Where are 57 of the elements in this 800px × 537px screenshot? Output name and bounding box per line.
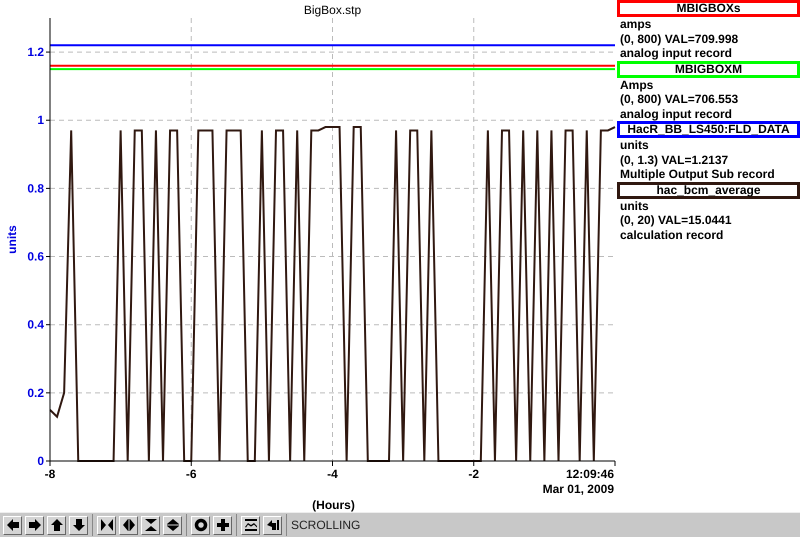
legend-units: Amps	[619, 78, 654, 92]
legend-record-type: Multiple Output Sub record	[619, 167, 776, 182]
toolbar-button[interactable]	[263, 516, 282, 534]
toolbar-button[interactable]	[69, 516, 88, 534]
toolbar-button[interactable]	[141, 516, 160, 534]
inward-triangles-icon	[100, 518, 114, 532]
legend-range: (0, 1.3) VAL=1.2137	[619, 152, 730, 167]
chart-title: BigBox.stp	[304, 3, 362, 17]
x-axis-label: (Hours)	[312, 498, 355, 512]
left-arrow-icon	[6, 518, 20, 532]
legend-name[interactable]: HacR_BB_LS450:FLD_DATA	[617, 121, 800, 138]
right-arrow-icon	[28, 518, 42, 532]
toolbar-button[interactable]	[97, 516, 116, 534]
toolbar-button[interactable]	[47, 516, 66, 534]
y-tick-label: 0	[37, 454, 44, 468]
x-tick-label: -8	[44, 467, 56, 481]
status-text: SCROLLING	[291, 518, 360, 532]
legend-name[interactable]: MBIGBOXM	[617, 60, 800, 78]
y-tick-label: 0.6	[27, 250, 44, 264]
toolbar-button[interactable]	[241, 516, 260, 534]
legend-units: amps	[619, 17, 652, 32]
legend-record-type: analog input record	[619, 106, 734, 121]
plus-icon	[216, 518, 230, 532]
outward-triangles-icon	[122, 518, 136, 532]
legend-units: units	[619, 198, 650, 213]
toolbar-button[interactable]	[119, 516, 138, 534]
legend-name[interactable]: hac_bcm_average	[617, 182, 800, 198]
legend-name[interactable]: MBIGBOXs	[617, 0, 800, 17]
time-label: 12:09:46	[566, 467, 614, 481]
y-tick-label: 0.2	[27, 386, 44, 400]
ring-icon	[194, 518, 208, 532]
legend-range: (0, 20) VAL=15.0441	[619, 213, 733, 228]
legend-record-type: calculation record	[619, 228, 724, 242]
legend-units: units	[619, 138, 650, 152]
toolbar-button[interactable]	[3, 516, 22, 534]
y-tick-label: 1.2	[27, 45, 44, 60]
graph-icon	[244, 518, 258, 532]
toolbar-button[interactable]	[163, 516, 182, 534]
y-tick-label: 0.4	[27, 318, 44, 332]
down-arrow-icon	[72, 518, 86, 532]
toolbar-button[interactable]	[191, 516, 210, 534]
x-tick-label: -2	[468, 467, 480, 481]
back-arrow-icon	[266, 518, 280, 532]
y-tick-label: 0.8	[27, 181, 44, 196]
y-tick-label: 1	[37, 113, 44, 128]
toolbar-button[interactable]	[25, 516, 44, 534]
legend-range: (0, 800) VAL=709.998	[619, 32, 740, 46]
y-axis-label: units	[5, 225, 19, 254]
diamond-icon	[166, 518, 180, 532]
toolbar-button[interactable]	[213, 516, 232, 534]
x-tick-label: -6	[186, 467, 197, 481]
up-arrow-icon	[50, 518, 64, 532]
date-label: Mar 01, 2009	[542, 482, 614, 496]
legend-range: (0, 800) VAL=706.553	[619, 92, 740, 106]
legend-record-type: analog input record	[619, 46, 734, 60]
hourglass-icon	[144, 518, 158, 532]
x-tick-label: -4	[327, 467, 338, 481]
